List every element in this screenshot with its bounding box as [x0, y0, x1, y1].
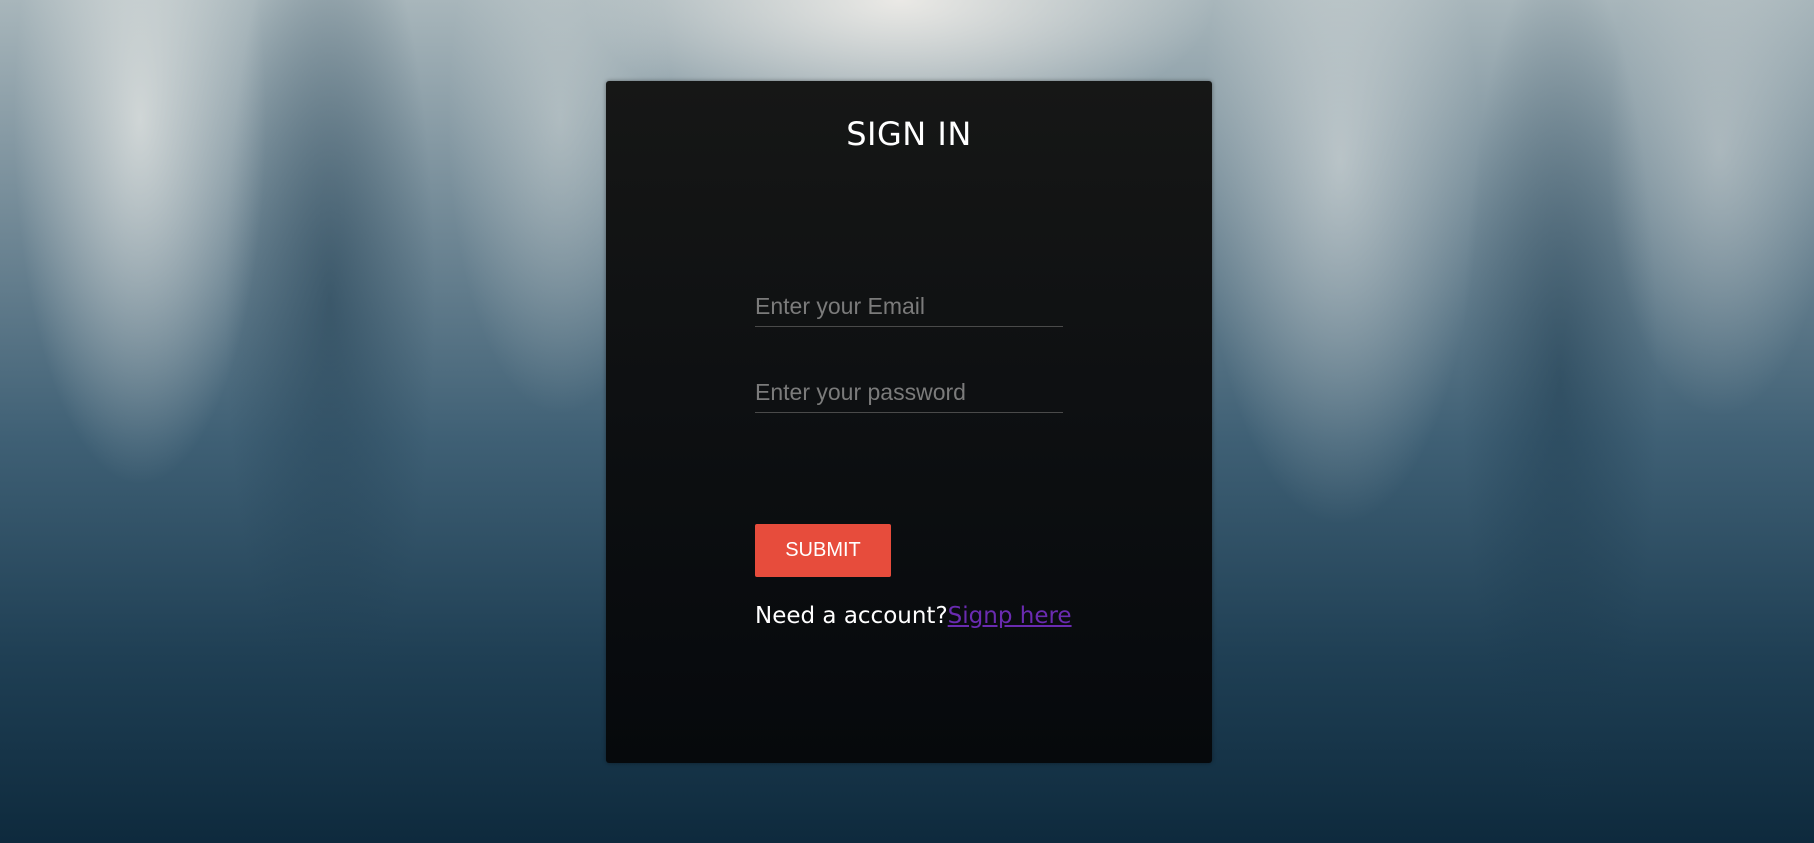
page-title: SIGN IN [846, 115, 972, 153]
signup-prompt-line: Need a account?Signp here [755, 603, 1072, 629]
signup-link[interactable]: Signp here [948, 603, 1072, 629]
signup-prompt-text: Need a account? [755, 603, 948, 629]
password-field[interactable] [755, 372, 1063, 413]
email-field[interactable] [755, 286, 1063, 327]
submit-button[interactable]: SUBMIT [755, 524, 891, 577]
login-card: SIGN IN SUBMIT Need a account?Signp here [606, 81, 1212, 763]
